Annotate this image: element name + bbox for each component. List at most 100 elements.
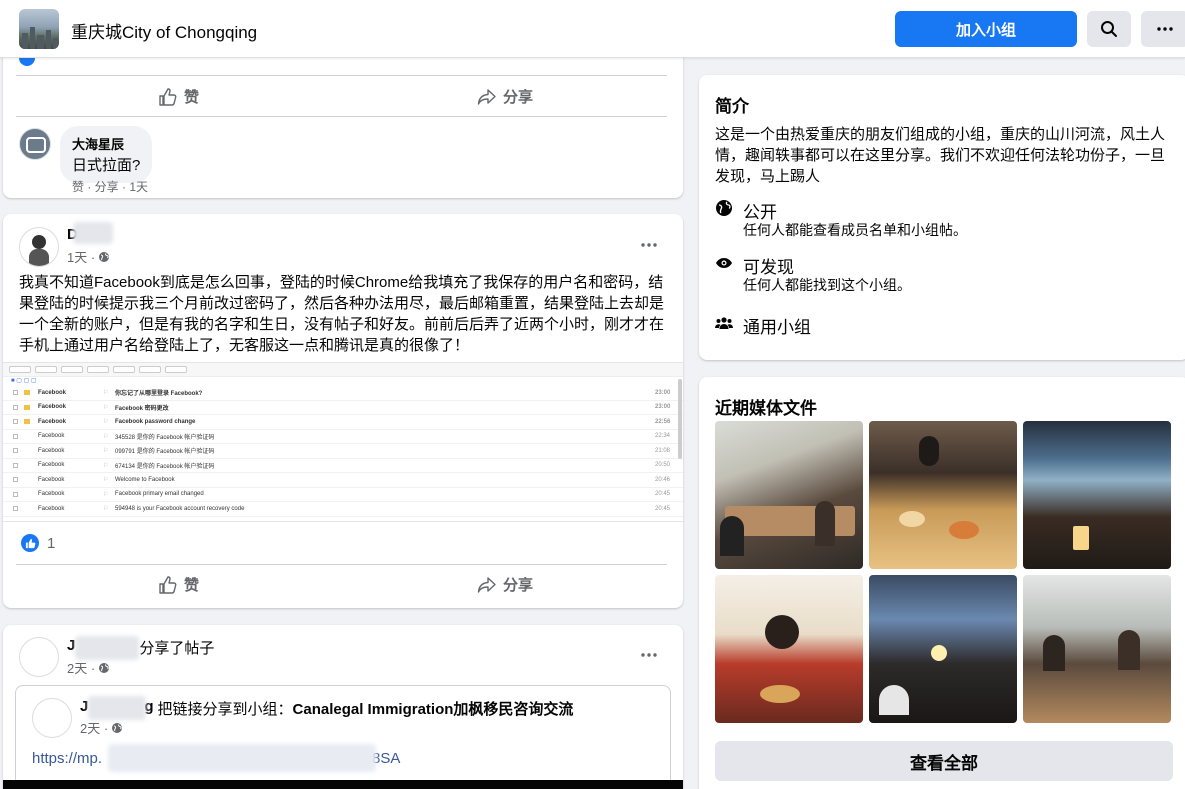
email-checkbox [13, 448, 18, 454]
email-subject: Welcome to Facebook [115, 476, 175, 483]
email-checkbox [13, 477, 18, 483]
post-meta: 2天 · [67, 658, 110, 677]
media-thumbnail[interactable] [715, 421, 863, 569]
thumbs-up-icon [159, 87, 177, 106]
globe-icon [112, 722, 123, 733]
privacy-description: 任何人都能查看成员名单和小组帖。 [743, 222, 967, 238]
about-title: 简介 [715, 97, 749, 116]
shared-time[interactable]: 2天 · [80, 718, 108, 737]
media-thumbnail[interactable] [1023, 421, 1171, 569]
email-subject: Facebook password change [115, 418, 196, 425]
post-action-text: 分享了帖子 [139, 640, 215, 657]
redacted-name [88, 696, 146, 720]
email-checkbox [13, 462, 18, 468]
more-horizontal-icon [1157, 27, 1173, 31]
email-subject: 你忘记了从哪里登录 Facebook? [115, 391, 203, 398]
flag-icon: ⚐ [103, 404, 109, 411]
like-button[interactable]: 赞 [158, 574, 199, 595]
redacted-name [75, 636, 139, 660]
email-from: Facebook [38, 505, 65, 512]
flag-icon: ⚐ [103, 491, 109, 498]
post-card: 赞 分享 大海星辰 日式拉面? 赞 · 分享 · 1天 [3, 40, 683, 198]
share-button[interactable]: 分享 [477, 574, 533, 595]
email-subject: Facebook 密码更改 [115, 405, 169, 412]
email-time: 20:50 [655, 462, 671, 469]
post-meta: 1天 · [67, 247, 110, 266]
email-from: Facebook [38, 476, 65, 483]
flag-icon: ⚐ [103, 433, 109, 440]
flag-icon: ⚐ [103, 506, 109, 513]
recent-media-title: 近期媒体文件 [715, 399, 817, 418]
email-checkbox [13, 419, 18, 425]
media-thumbnail[interactable] [715, 575, 863, 723]
flag-icon: ⚐ [103, 390, 109, 397]
email-subject: 594948 is your Facebook account recovery… [115, 505, 245, 512]
comment-actions[interactable]: 赞 · 分享 · 1天 [72, 178, 148, 195]
envelope-icon [24, 463, 30, 468]
comment-author[interactable]: 大海星辰 [72, 134, 140, 153]
shared-group-link[interactable]: Canalegal Immigration加枫移民咨询交流 [293, 698, 574, 719]
author-avatar[interactable] [19, 227, 59, 267]
envelope-icon [24, 404, 30, 410]
join-group-button[interactable]: 加入小组 [895, 11, 1077, 47]
link-start: https://mp. [32, 750, 103, 767]
people-icon [714, 313, 734, 333]
post-image-email-screenshot[interactable]: ■ ▢ ▢ ▢ Facebook ⚐ 你忘记了从哪里登录 Facebook? 23:0… [3, 362, 683, 522]
email-checkbox [13, 433, 18, 439]
share-button[interactable]: 分享 [477, 86, 533, 107]
author-avatar[interactable] [19, 637, 59, 677]
more-options-button[interactable] [1141, 11, 1185, 47]
email-row: Facebook ⚐ Welcome to Facebook 20:46 [3, 473, 683, 488]
share-label: 分享 [503, 577, 534, 594]
more-horizontal-icon [641, 243, 657, 247]
email-row: Facebook ⚐ 594948 is your Facebook account… [3, 502, 683, 517]
like-button[interactable]: 赞 [158, 86, 199, 107]
email-row: Facebook ⚐ 099791 是你的 Facebook 帐户验证码 21:08 [3, 444, 683, 459]
commenter-avatar[interactable] [19, 128, 51, 160]
email-from: Facebook [38, 491, 65, 498]
comment-bubble: 大海星辰 日式拉面? [60, 126, 153, 183]
email-time: 20:45 [655, 505, 671, 512]
email-toolbar [3, 363, 683, 377]
flag-icon: ⚐ [103, 477, 109, 484]
group-name[interactable]: 重庆城City of Chongqing [71, 18, 257, 43]
post-options-button[interactable] [631, 637, 667, 673]
globe-icon [99, 662, 110, 673]
media-thumbnail[interactable] [869, 575, 1017, 723]
email-time: 20:45 [655, 491, 671, 498]
globe-icon [99, 251, 110, 262]
globe-icon [714, 198, 734, 218]
email-subject: 099791 是你的 Facebook 帐户验证码 [115, 449, 215, 456]
shared-meta: 2天 · [80, 718, 123, 737]
post-time[interactable]: 2天 · [67, 658, 95, 677]
group-header: 重庆城City of Chongqing 加入小组 [0, 0, 1185, 58]
visibility-description: 任何人都能找到这个小组。 [743, 277, 911, 293]
media-thumbnail[interactable] [1023, 575, 1171, 723]
group-cover-thumbnail[interactable] [19, 9, 59, 49]
scrollbar [678, 379, 682, 459]
email-subject: 345528 是你的 Facebook 帐户验证码 [115, 434, 215, 441]
email-subbar: ■ ▢ ▢ ▢ [11, 378, 37, 384]
media-thumbnail[interactable] [869, 421, 1017, 569]
email-subject: 674134 是你的 Facebook 帐户验证码 [115, 463, 215, 470]
divider [16, 75, 667, 76]
email-row: Facebook ⚐ 345528 是你的 Facebook 帐户验证码 22:34 [3, 430, 683, 444]
email-from: Facebook [38, 433, 65, 440]
divider [16, 116, 667, 117]
reaction-summary[interactable]: 1 [21, 534, 55, 552]
share-icon [477, 88, 496, 105]
like-count: 1 [47, 534, 56, 552]
shared-author-avatar[interactable] [32, 698, 72, 738]
see-all-media-button[interactable]: 查看全部 [715, 741, 1173, 781]
share-label: 分享 [503, 89, 534, 106]
search-button[interactable] [1087, 11, 1131, 47]
post-time[interactable]: 1天 · [67, 247, 95, 266]
envelope-icon [24, 477, 30, 482]
shared-header-line: J g 把链接分享到小组： Canalegal Immigration加枫移民咨… [80, 698, 573, 719]
link-end: 8SA [372, 750, 401, 767]
envelope-icon [24, 390, 30, 396]
email-row: Facebook ⚐ Facebook password change 22:56 [3, 415, 683, 430]
redacted-name [73, 222, 113, 244]
envelope-icon [24, 448, 30, 453]
post-options-button[interactable] [631, 227, 667, 263]
